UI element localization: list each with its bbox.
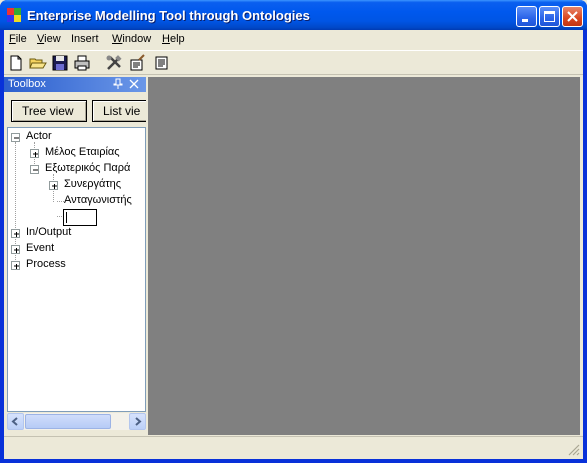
close-button[interactable]: [562, 6, 583, 27]
expand-toggle[interactable]: [11, 261, 20, 270]
collapse-toggle[interactable]: [11, 133, 20, 142]
workspace-area[interactable]: [148, 77, 580, 435]
expand-toggle[interactable]: [49, 181, 58, 190]
tools-icon[interactable]: [105, 54, 123, 72]
plus-icon: [14, 232, 19, 237]
expand-toggle[interactable]: [30, 149, 39, 158]
menu-bar: File View Insert Window Help: [4, 30, 583, 50]
properties-icon[interactable]: [129, 54, 147, 72]
toolbox-title: Toolbox: [8, 78, 46, 90]
plus-icon: [14, 264, 19, 269]
toolbox-tree[interactable]: Actor Μέλος Εταιρίας Εξωτερικός Παρά Συν…: [7, 127, 146, 412]
menu-file[interactable]: File: [9, 33, 27, 45]
minus-icon: [14, 137, 19, 139]
horizontal-scrollbar[interactable]: [7, 413, 146, 430]
menu-help[interactable]: Help: [162, 33, 185, 45]
collapse-toggle[interactable]: [30, 165, 39, 174]
save-icon[interactable]: [51, 54, 69, 72]
minimize-icon: [522, 19, 528, 22]
tree-node-exoterikos[interactable]: Εξωτερικός Παρά: [45, 162, 130, 174]
node-rename-input[interactable]: [63, 209, 97, 226]
chevron-left-icon: [11, 417, 18, 426]
app-icon: [6, 7, 22, 23]
text-caret: [66, 212, 67, 223]
tree-connector: [57, 201, 64, 202]
plus-icon: [14, 248, 19, 253]
menu-window[interactable]: Window: [112, 33, 151, 45]
menu-view[interactable]: View: [37, 33, 61, 45]
tree-node-melos[interactable]: Μέλος Εταιρίας: [45, 146, 120, 158]
document-icon[interactable]: [153, 54, 171, 72]
toolbox-panel: Toolbox Tree view List vie Actor Μέλος Ε…: [4, 77, 148, 435]
maximize-button[interactable]: [539, 6, 560, 27]
title-bar[interactable]: Enterprise Modelling Tool through Ontolo…: [0, 0, 587, 30]
app-window: Enterprise Modelling Tool through Ontolo…: [0, 0, 587, 463]
status-bar: [4, 436, 583, 459]
list-view-button[interactable]: List vie: [92, 100, 148, 122]
toolbox-header: Toolbox: [4, 77, 148, 92]
scroll-thumb[interactable]: [25, 414, 111, 429]
scroll-left-button[interactable]: [7, 413, 24, 430]
tree-node-synergatis[interactable]: Συνεργάτης: [64, 178, 121, 190]
tree-node-event[interactable]: Event: [26, 242, 54, 254]
chevron-right-icon: [135, 417, 142, 426]
client-area: File View Insert Window Help Toolbox Tre…: [4, 30, 583, 459]
close-icon: [567, 11, 578, 22]
plus-icon: [52, 184, 57, 189]
print-icon[interactable]: [73, 54, 91, 72]
toolbar: [4, 50, 583, 75]
pin-icon[interactable]: [113, 78, 123, 90]
minus-icon: [33, 169, 38, 171]
plus-icon: [33, 152, 38, 157]
window-title: Enterprise Modelling Tool through Ontolo…: [27, 8, 310, 23]
tree-node-process[interactable]: Process: [26, 258, 66, 270]
tree-node-inoutput[interactable]: In/Output: [26, 226, 71, 238]
scroll-right-button[interactable]: [129, 413, 146, 430]
close-icon[interactable]: [129, 79, 139, 89]
expand-toggle[interactable]: [11, 229, 20, 238]
minimize-button[interactable]: [516, 6, 537, 27]
expand-toggle[interactable]: [11, 245, 20, 254]
tree-node-actor[interactable]: Actor: [26, 130, 52, 142]
open-folder-icon[interactable]: [29, 54, 47, 72]
menu-insert[interactable]: Insert: [71, 33, 99, 45]
tree-node-antagonistis[interactable]: Ανταγωνιστής: [64, 194, 132, 206]
maximize-icon: [544, 11, 555, 22]
resize-grip-icon[interactable]: [567, 443, 581, 457]
tree-view-button[interactable]: Tree view: [11, 100, 87, 122]
new-file-icon[interactable]: [7, 54, 25, 72]
